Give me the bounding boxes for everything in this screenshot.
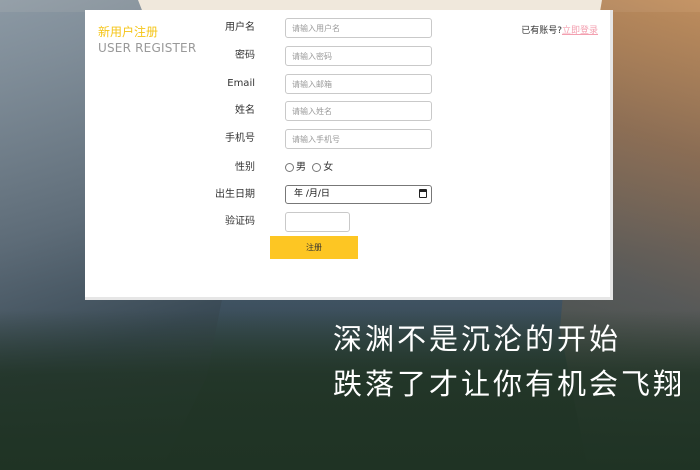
gender-group: 男 女 — [285, 160, 333, 176]
gender-label: 性别 — [235, 162, 255, 173]
login-hint-text: 已有账号? — [521, 26, 562, 36]
username-label: 用户名 — [225, 22, 255, 33]
phone-label: 手机号 — [225, 133, 255, 144]
register-panel: 新用户注册 USER REGISTER 已有账号?立即登录 用户名 密码 Ema… — [85, 10, 613, 300]
captcha-label: 验证码 — [225, 216, 255, 227]
birthdate-value: 年 /月/日 — [294, 189, 330, 199]
password-label: 密码 — [235, 50, 255, 61]
email-input[interactable] — [285, 74, 432, 94]
gender-male-label: 男 — [296, 162, 306, 173]
password-input[interactable] — [285, 46, 432, 66]
name-input[interactable] — [285, 101, 432, 121]
row-name: 姓名 — [85, 101, 485, 121]
row-username: 用户名 — [85, 18, 485, 38]
register-button[interactable]: 注册 — [270, 236, 358, 259]
row-password: 密码 — [85, 46, 485, 66]
row-email: Email — [85, 74, 485, 94]
gender-female-label: 女 — [323, 162, 334, 173]
slogan-line-2: 跌落了才让你有机会飞翔 — [333, 367, 686, 401]
phone-input[interactable] — [285, 129, 432, 149]
radio-male[interactable] — [285, 162, 294, 172]
row-captcha: 验证码 — [85, 212, 485, 232]
birthdate-input[interactable]: 年 /月/日 — [285, 185, 432, 204]
radio-female[interactable] — [312, 162, 322, 172]
slogan-line-1: 深渊不是沉沦的开始 — [333, 322, 622, 356]
login-link[interactable]: 立即登录 — [562, 26, 598, 36]
calendar-icon[interactable] — [419, 189, 427, 198]
row-phone: 手机号 — [85, 129, 485, 149]
username-input[interactable] — [285, 18, 432, 38]
birthdate-label: 出生日期 — [215, 189, 255, 200]
row-birthdate: 出生日期 年 /月/日 — [85, 185, 485, 205]
captcha-input[interactable] — [285, 212, 350, 232]
login-hint: 已有账号?立即登录 — [521, 23, 598, 36]
row-gender: 性别 男 女 — [85, 158, 485, 178]
email-label: Email — [227, 78, 255, 89]
name-label: 姓名 — [235, 105, 255, 116]
